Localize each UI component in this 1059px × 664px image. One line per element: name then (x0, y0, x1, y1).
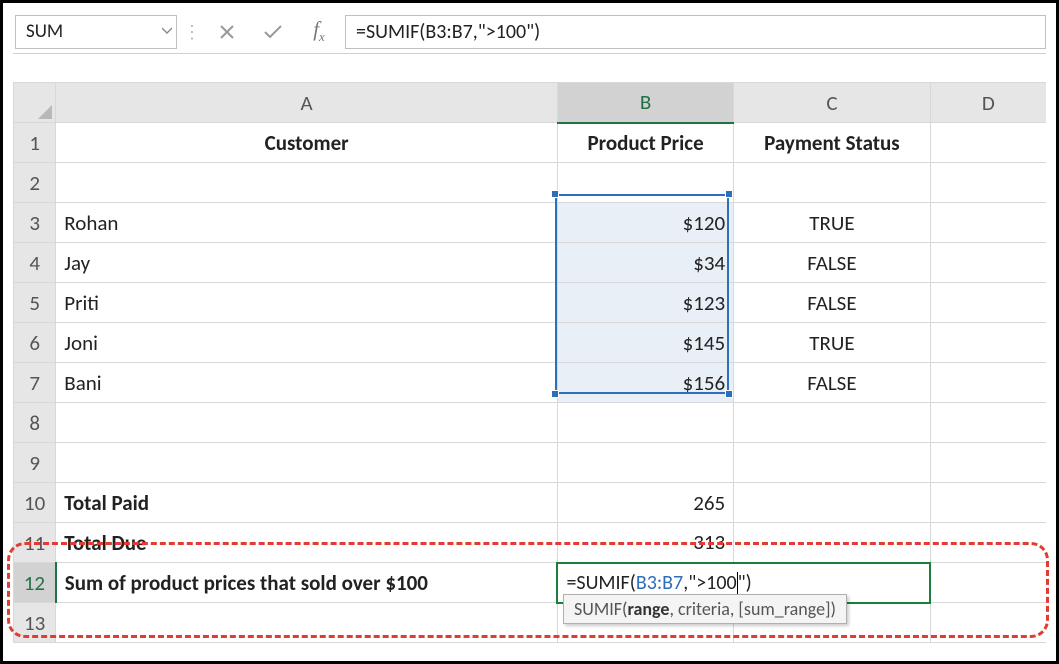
fx-icon[interactable]: fx (299, 15, 339, 49)
col-header-C[interactable]: C (734, 83, 930, 123)
row-10: 10 Total Paid 265 (14, 483, 1047, 523)
cell-A2[interactable] (56, 163, 558, 203)
row-header-4[interactable]: 4 (14, 243, 56, 283)
cell-B3[interactable]: $120 (557, 203, 733, 243)
row-5: 5 Priti $123 FALSE (14, 283, 1047, 323)
cell-D13[interactable] (930, 603, 1046, 643)
cell-C9[interactable] (734, 443, 930, 483)
row-header-7[interactable]: 7 (14, 363, 56, 403)
column-headers-row: A B C D (14, 83, 1047, 123)
cell-D2[interactable] (930, 163, 1046, 203)
row-header-11[interactable]: 11 (14, 523, 56, 563)
cell-B9[interactable] (557, 443, 733, 483)
cell-D6[interactable] (930, 323, 1046, 363)
name-box-value: SUM (26, 20, 63, 43)
cell-B10[interactable]: 265 (557, 483, 733, 523)
spreadsheet[interactable]: A B C D 1 Customer Product Price Payment… (13, 82, 1046, 643)
cell-D5[interactable] (930, 283, 1046, 323)
cell-A13[interactable] (56, 603, 558, 643)
grid-table: A B C D 1 Customer Product Price Payment… (13, 82, 1046, 643)
cancel-x-icon[interactable] (207, 15, 247, 49)
select-all-corner[interactable] (14, 83, 56, 123)
row-7: 7 Bani $156 FALSE (14, 363, 1047, 403)
row-2: 2 (14, 163, 1047, 203)
cell-C3[interactable]: TRUE (734, 203, 930, 243)
cell-A7[interactable]: Bani (56, 363, 558, 403)
row-header-1[interactable]: 1 (14, 123, 56, 163)
cell-B7[interactable]: $156 (557, 363, 733, 403)
cell-B8[interactable] (557, 403, 733, 443)
cell-B6[interactable]: $145 (557, 323, 733, 363)
cell-C4[interactable]: FALSE (734, 243, 930, 283)
formula-bar-row: SUM ⋮ fx =SUMIF(B3:B7,">100") (13, 12, 1046, 54)
cell-B4[interactable]: $34 (557, 243, 733, 283)
col-header-D[interactable]: D (930, 83, 1046, 123)
cell-C7[interactable]: FALSE (734, 363, 930, 403)
cell-C6[interactable]: TRUE (734, 323, 930, 363)
cell-D9[interactable] (930, 443, 1046, 483)
row-header-2[interactable]: 2 (14, 163, 56, 203)
cell-C8[interactable] (734, 403, 930, 443)
cell-C5[interactable]: FALSE (734, 283, 930, 323)
cell-D4[interactable] (930, 243, 1046, 283)
cell-A10[interactable]: Total Paid (56, 483, 558, 523)
chevron-down-icon[interactable] (162, 25, 172, 39)
cell-D7[interactable] (930, 363, 1046, 403)
row-header-8[interactable]: 8 (14, 403, 56, 443)
row-header-3[interactable]: 3 (14, 203, 56, 243)
cell-C2[interactable] (734, 163, 930, 203)
cell-A11[interactable]: Total Due (56, 523, 558, 563)
app-inner: SUM ⋮ fx =SUMIF(B3:B7,">100") (13, 12, 1046, 652)
cell-C1[interactable]: Payment Status (734, 123, 930, 163)
row-header-13[interactable]: 13 (14, 603, 56, 643)
formula-tooltip[interactable]: SUMIF(range, criteria, [sum_range]) (563, 594, 847, 624)
cell-D1[interactable] (930, 123, 1046, 163)
cell-D11[interactable] (930, 523, 1046, 563)
cell-A8[interactable] (56, 403, 558, 443)
dots-icon: ⋮ (183, 21, 201, 43)
cell-B1[interactable]: Product Price (557, 123, 733, 163)
row-header-12[interactable]: 12 (14, 563, 56, 603)
app-window: SUM ⋮ fx =SUMIF(B3:B7,">100") (0, 0, 1059, 664)
row-header-5[interactable]: 5 (14, 283, 56, 323)
cell-A5[interactable]: Priti (56, 283, 558, 323)
row-header-10[interactable]: 10 (14, 483, 56, 523)
row-11: 11 Total Due 313 (14, 523, 1047, 563)
row-1: 1 Customer Product Price Payment Status (14, 123, 1047, 163)
cell-C10[interactable] (734, 483, 930, 523)
cell-A4[interactable]: Jay (56, 243, 558, 283)
cell-D3[interactable] (930, 203, 1046, 243)
formula-bar-text: =SUMIF(B3:B7,">100") (356, 20, 540, 44)
row-3: 3 Rohan $120 TRUE (14, 203, 1047, 243)
col-header-A[interactable]: A (56, 83, 558, 123)
formula-bar-input[interactable]: =SUMIF(B3:B7,">100") (345, 15, 1046, 49)
cell-A12[interactable]: Sum of product prices that sold over $10… (56, 563, 558, 603)
accept-check-icon[interactable] (253, 15, 293, 49)
row-header-9[interactable]: 9 (14, 443, 56, 483)
cell-D12[interactable] (930, 563, 1046, 603)
name-box[interactable]: SUM (15, 15, 177, 49)
cell-D8[interactable] (930, 403, 1046, 443)
cell-formula-editing: =SUMIF(B3:B7,">100") (566, 571, 751, 595)
cell-A6[interactable]: Joni (56, 323, 558, 363)
cell-D10[interactable] (930, 483, 1046, 523)
col-header-B[interactable]: B (557, 83, 733, 123)
row-8: 8 (14, 403, 1047, 443)
row-4: 4 Jay $34 FALSE (14, 243, 1047, 283)
row-header-6[interactable]: 6 (14, 323, 56, 363)
cell-B11[interactable]: 313 (557, 523, 733, 563)
row-6: 6 Joni $145 TRUE (14, 323, 1047, 363)
row-12: 12 Sum of product prices that sold over … (14, 563, 1047, 603)
row-9: 9 (14, 443, 1047, 483)
row-13: 13 (14, 603, 1047, 643)
cell-A9[interactable] (56, 443, 558, 483)
cell-A1[interactable]: Customer (56, 123, 558, 163)
cell-B2[interactable] (557, 163, 733, 203)
cell-C11[interactable] (734, 523, 930, 563)
cell-A3[interactable]: Rohan (56, 203, 558, 243)
cell-B5[interactable]: $123 (557, 283, 733, 323)
